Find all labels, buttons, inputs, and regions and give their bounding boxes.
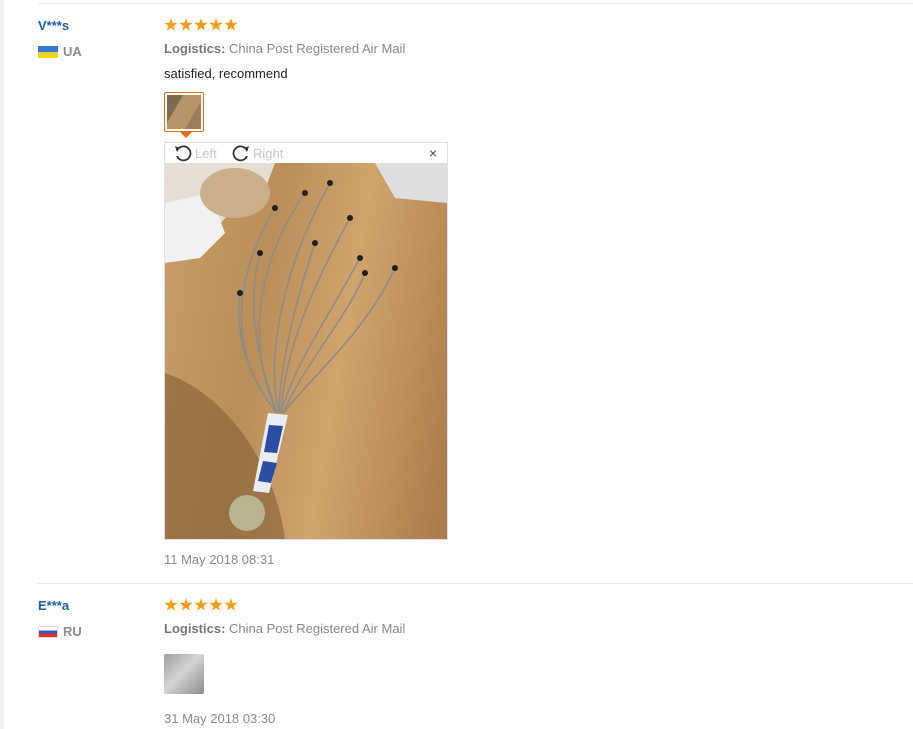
ukraine-flag-icon xyxy=(38,45,58,58)
thumbnail-pointer xyxy=(180,132,192,138)
review-date: 11 May 2018 08:31 xyxy=(164,552,275,567)
rotate-right-label: Right xyxy=(253,145,284,161)
review-date: 31 May 2018 03:30 xyxy=(164,711,276,726)
logistics-label: Logistics: xyxy=(164,621,226,636)
logistics-value: China Post Registered Air Mail xyxy=(229,41,406,56)
reviewer-name[interactable]: V***s xyxy=(38,18,69,33)
photo-illustration xyxy=(165,163,447,539)
divider xyxy=(38,3,913,4)
thumbnail-image xyxy=(167,95,201,129)
logistics-info: Logistics: China Post Registered Air Mai… xyxy=(164,41,405,56)
rotate-left-button[interactable]: Left xyxy=(173,144,217,162)
star-icon xyxy=(164,598,178,611)
photo-viewer: Left Right × xyxy=(164,142,448,540)
review-photo-thumbnail[interactable] xyxy=(164,654,204,694)
star-icon xyxy=(179,18,193,31)
star-rating xyxy=(164,598,238,612)
russia-flag-icon xyxy=(38,625,58,638)
star-icon xyxy=(209,598,223,611)
reviewer-country: UA xyxy=(38,44,82,59)
reviewer-country: RU xyxy=(38,624,82,639)
rotate-left-icon xyxy=(175,145,192,162)
logistics-info: Logistics: China Post Registered Air Mai… xyxy=(164,621,405,636)
review-photo-thumbnail[interactable] xyxy=(164,92,204,132)
review-comment: satisfied, recommend xyxy=(164,66,288,81)
star-rating xyxy=(164,18,238,32)
country-code: RU xyxy=(63,624,82,639)
star-icon xyxy=(194,598,208,611)
rotate-right-icon xyxy=(232,145,249,162)
country-code: UA xyxy=(63,44,82,59)
reviewer-name[interactable]: E***a xyxy=(38,598,69,613)
star-icon xyxy=(179,598,193,611)
star-icon xyxy=(224,18,238,31)
star-icon xyxy=(209,18,223,31)
divider xyxy=(38,583,913,584)
viewer-toolbar: Left Right × xyxy=(165,143,447,163)
star-icon xyxy=(194,18,208,31)
logistics-value: China Post Registered Air Mail xyxy=(229,621,406,636)
logistics-label: Logistics: xyxy=(164,41,226,56)
close-viewer-button[interactable]: × xyxy=(429,145,437,161)
star-icon xyxy=(164,18,178,31)
rotate-right-button[interactable]: Right xyxy=(231,144,283,162)
left-border xyxy=(0,0,4,729)
rotate-left-label: Left xyxy=(195,145,217,161)
star-icon xyxy=(224,598,238,611)
review-photo xyxy=(165,163,447,539)
